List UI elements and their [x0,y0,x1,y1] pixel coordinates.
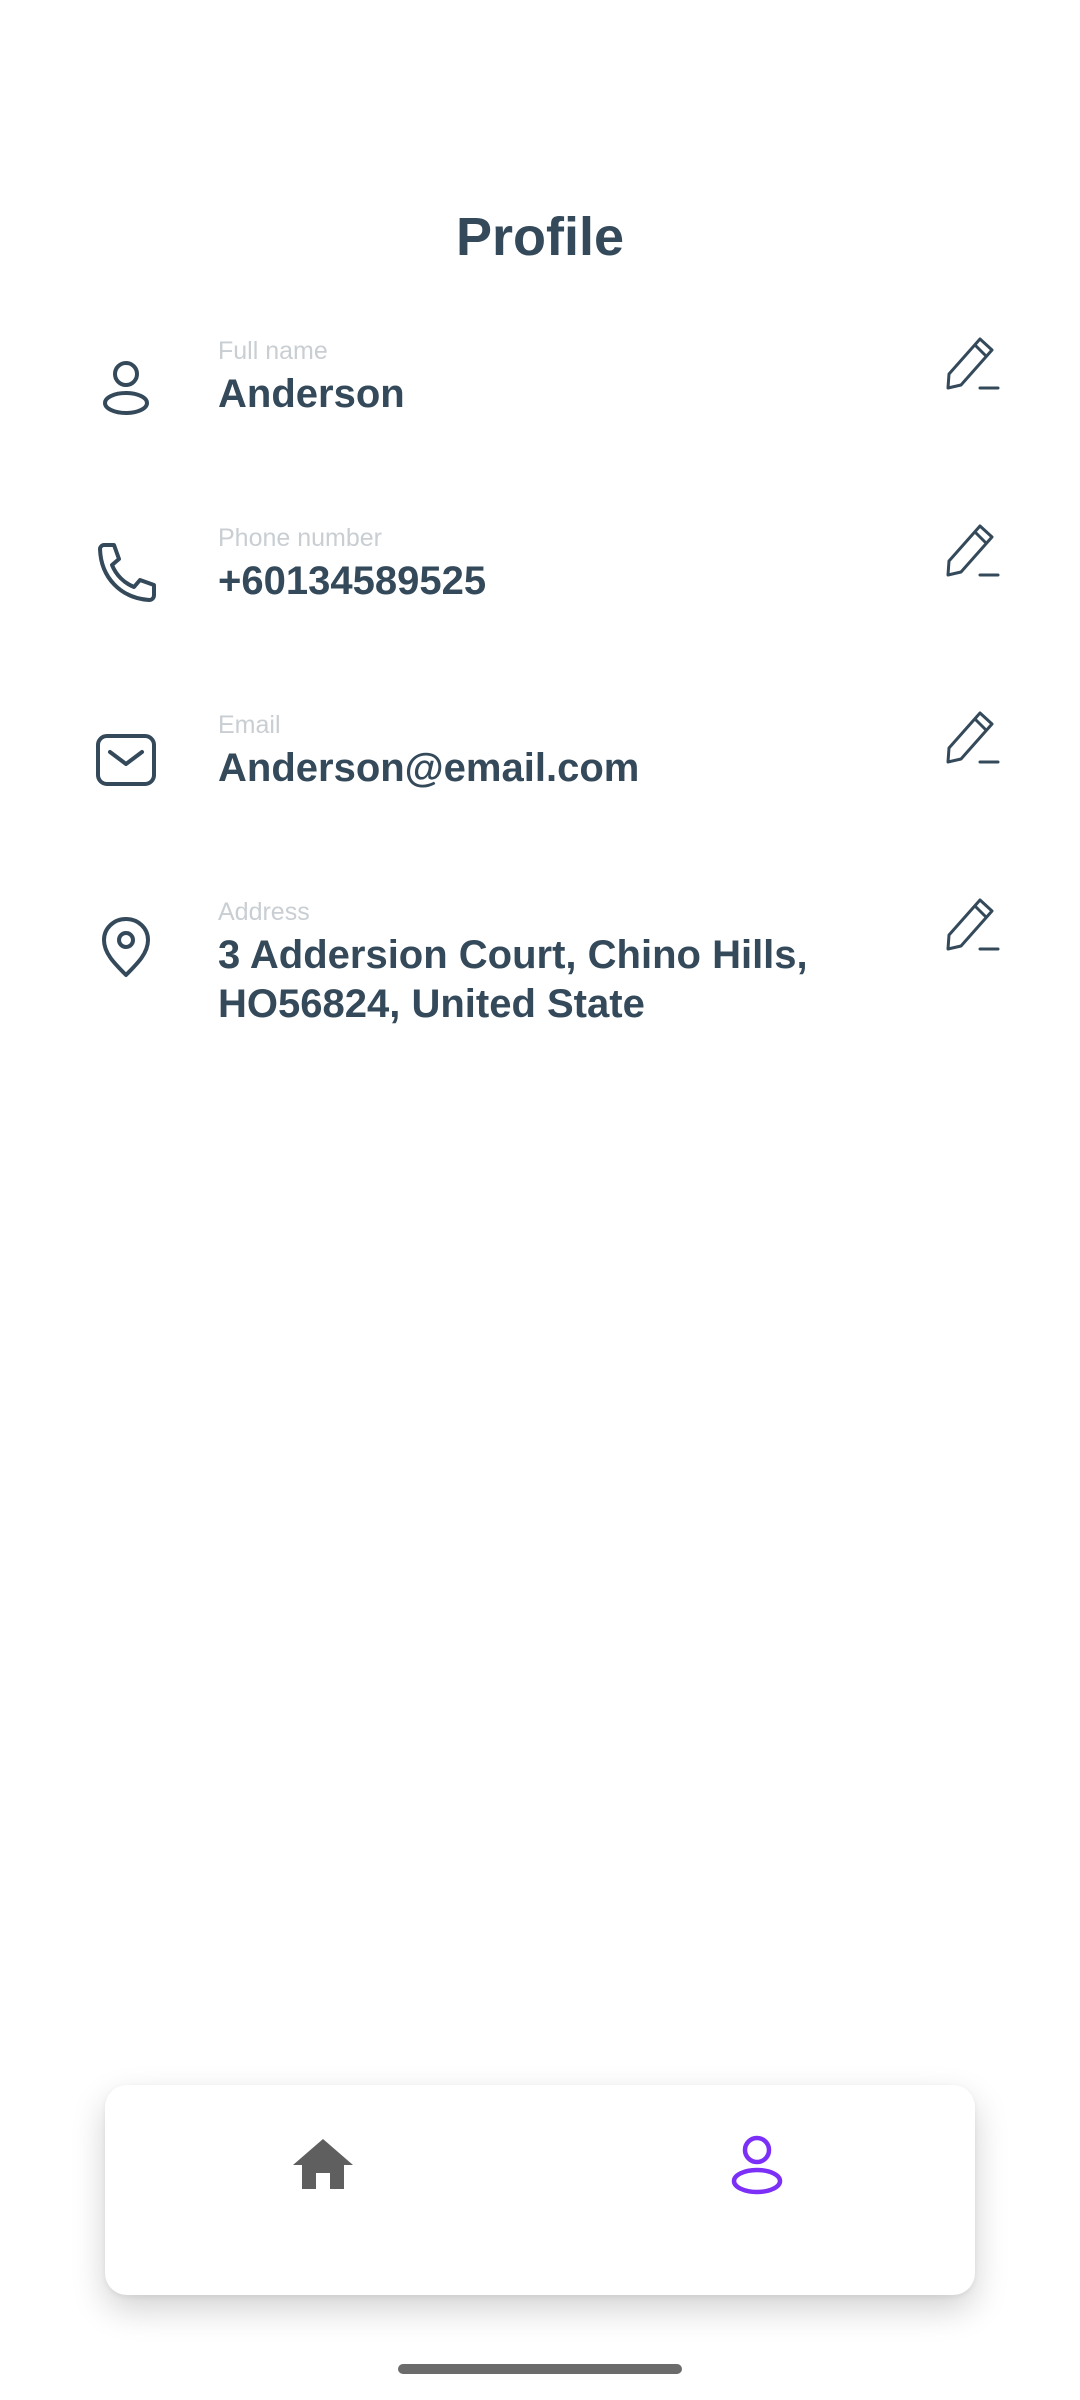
pencil-icon [946,337,1000,390]
full-name-label: Full name [218,337,328,365]
pencil-icon [946,524,1000,577]
phone-value: +60134589525 [218,559,487,603]
edit-address-button[interactable] [940,891,1006,957]
phone-icon [90,537,162,609]
email-label: Email [218,711,281,739]
phone-label: Phone number [218,524,383,552]
nav-home-button[interactable] [283,2125,363,2205]
person-icon [90,350,162,422]
edit-email-button[interactable] [940,704,1006,770]
nav-profile-button[interactable] [717,2125,797,2205]
address-value: 3 Addersion Court, Chino Hills, HO56824,… [218,933,808,1026]
home-icon [293,2139,353,2189]
bottom-nav [105,2085,975,2295]
edit-full-name-button[interactable] [940,330,1006,396]
full-name-value: Anderson [218,372,405,416]
address-label: Address [218,898,310,926]
person-icon [731,2135,783,2195]
edit-phone-button[interactable] [940,517,1006,583]
pencil-icon [946,711,1000,764]
email-value: Anderson@email.com [218,746,640,790]
pencil-icon [946,898,1000,951]
page-title: Profile [455,207,625,267]
mail-icon [90,724,162,796]
home-indicator [398,2364,682,2374]
location-pin-icon [90,911,162,983]
